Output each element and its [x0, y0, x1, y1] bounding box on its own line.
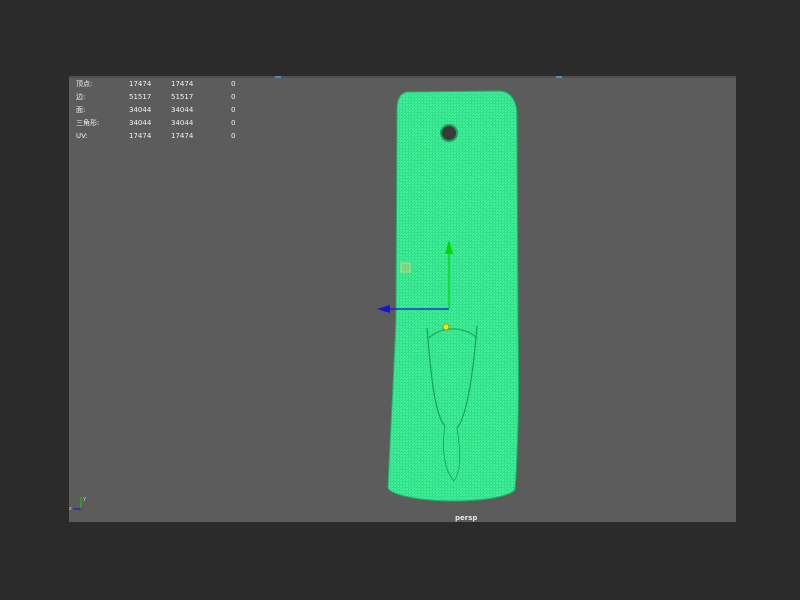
maya-window: 顶点: 17474 17474 0 边: 51517 51517 0 面: 34…	[0, 0, 800, 600]
perspective-viewport[interactable]: 顶点: 17474 17474 0 边: 51517 51517 0 面: 34…	[69, 76, 736, 522]
scene-canvas[interactable]: y z	[69, 76, 736, 522]
axis-triad-icon: y z	[69, 496, 86, 512]
pendant-mesh[interactable]	[387, 90, 520, 502]
svg-text:y: y	[83, 496, 86, 502]
camera-name-label: persp	[455, 514, 478, 522]
svg-text:z: z	[69, 506, 72, 512]
